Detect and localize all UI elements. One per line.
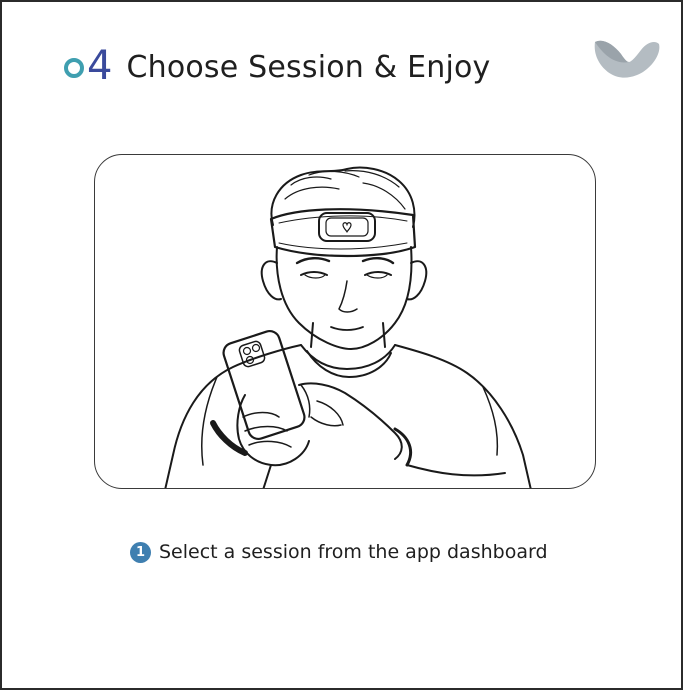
brand-heart-logo-icon [591,38,661,80]
illustration-frame [94,154,596,489]
step-number-zero [64,58,84,78]
step-header: 4 Choose Session & Enjoy [64,44,491,88]
man-wearing-eye-mask-using-phone-illustration [164,166,532,488]
instruction-page: 4 Choose Session & Enjoy 1 Select a sess… [0,0,683,690]
step-badge: 1 [130,541,151,563]
instruction-text: Select a session from the app dashboard [159,541,548,563]
step-title: Choose Session & Enjoy [126,49,491,85]
instruction-item: 1 Select a session from the app dashboar… [130,541,548,563]
step-number-digit: 4 [87,43,113,89]
step-number: 4 [64,44,112,88]
